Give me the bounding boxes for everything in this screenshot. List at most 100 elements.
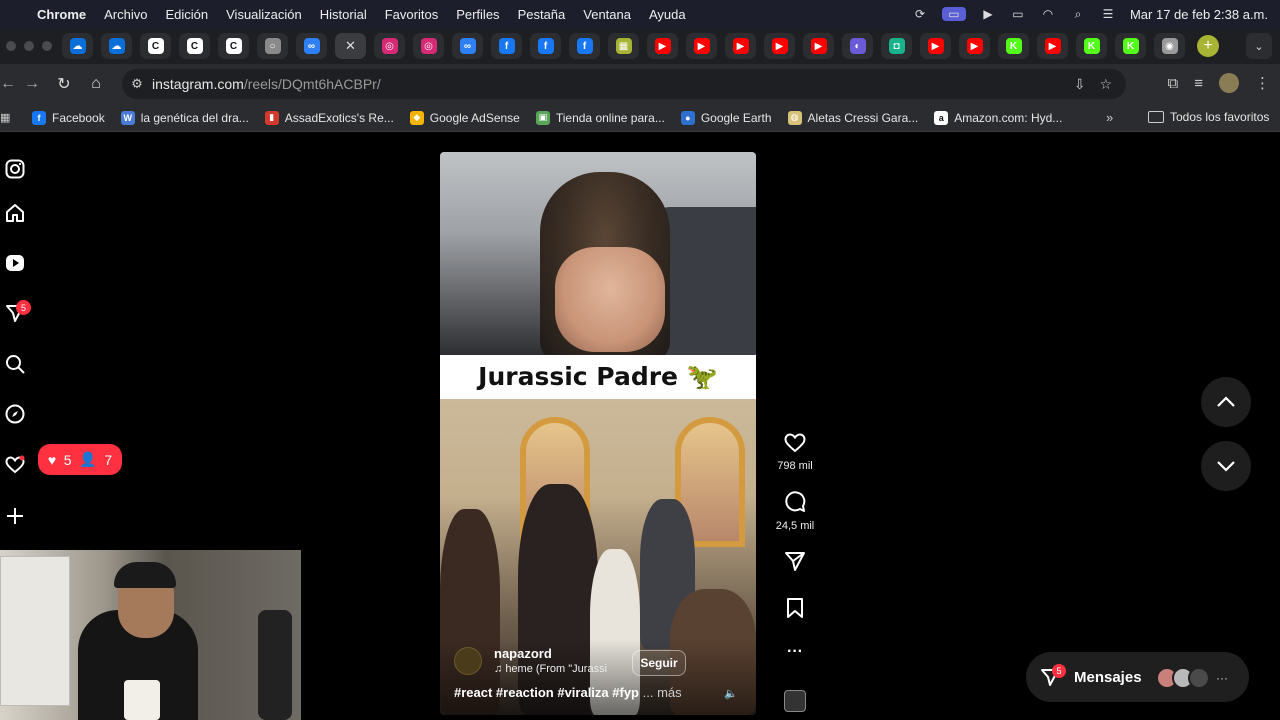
browser-tab[interactable]: ◎ xyxy=(413,33,444,59)
tab-search-icon[interactable]: ⌄ xyxy=(1246,33,1272,59)
bookmark-item[interactable]: f Facebook xyxy=(32,110,105,125)
like-heart-icon[interactable] xyxy=(784,433,806,453)
address-bar[interactable]: ⚙ instagram.com/reels/DQmt6hACBPr/ ⇩ ☆ xyxy=(122,69,1126,99)
more-options-icon[interactable]: ··· xyxy=(770,643,820,661)
reel-video[interactable]: Jurassic Padre 🦖 napazord ♫ heme (From "… xyxy=(440,152,756,715)
reel-author[interactable]: napazord ♫ heme (From "Jurassi xyxy=(454,646,607,675)
wifi-icon[interactable]: ◠ xyxy=(1040,7,1056,21)
browser-tab[interactable]: ▶ xyxy=(725,33,756,59)
messages-avatars[interactable]: ··· xyxy=(1156,667,1228,689)
browser-tab[interactable]: ▶ xyxy=(647,33,678,59)
browser-tab[interactable]: ▦ xyxy=(608,33,639,59)
menu-pestana[interactable]: Pestaña xyxy=(509,7,575,22)
browser-tab[interactable]: f xyxy=(569,33,600,59)
browser-tab[interactable]: ∞ xyxy=(452,33,483,59)
control-center-icon[interactable]: ☰ xyxy=(1100,7,1116,21)
forward-arrow-icon[interactable]: → xyxy=(16,75,48,93)
share-action[interactable] xyxy=(770,550,820,577)
window-close-icon[interactable] xyxy=(6,41,16,51)
home-nav-icon[interactable] xyxy=(4,202,26,224)
browser-tab[interactable]: ○ xyxy=(257,33,288,59)
browser-tab[interactable]: ∞ xyxy=(296,33,327,59)
save-action[interactable] xyxy=(770,597,820,624)
instagram-logo-icon[interactable] xyxy=(4,158,26,180)
browser-tab[interactable]: K xyxy=(1076,33,1107,59)
author-name[interactable]: napazord xyxy=(494,646,607,661)
bookmark-item[interactable]: a Amazon.com: Hyd... xyxy=(934,110,1062,125)
bookmarks-overflow-icon[interactable]: » xyxy=(1106,110,1113,125)
menu-edicion[interactable]: Edición xyxy=(156,7,217,22)
author-avatar[interactable] xyxy=(454,646,482,675)
volume-icon[interactable]: 🔈 xyxy=(724,687,738,700)
browser-tab[interactable]: ▶ xyxy=(764,33,795,59)
more-link[interactable]: ... más xyxy=(643,685,682,700)
browser-tab[interactable]: ◉ xyxy=(1154,33,1185,59)
extensions-icon[interactable]: ⧉ xyxy=(1168,75,1179,92)
search-icon[interactable] xyxy=(4,353,26,375)
battery-icon[interactable]: ▭ xyxy=(1010,7,1026,21)
sync-icon[interactable]: ⟳ xyxy=(912,7,928,21)
menu-visualizacion[interactable]: Visualización xyxy=(217,7,311,22)
more-conversations-icon[interactable]: ··· xyxy=(1216,667,1228,689)
back-arrow-icon[interactable]: ← xyxy=(0,75,16,93)
browser-tab[interactable]: ▶ xyxy=(920,33,951,59)
browser-tab[interactable]: K xyxy=(998,33,1029,59)
browser-tab[interactable]: ▶ xyxy=(803,33,834,59)
browser-tab[interactable]: ▶ xyxy=(1037,33,1068,59)
home-icon[interactable]: ⌂ xyxy=(80,75,112,93)
bookmark-item[interactable]: Wla genética del dra... xyxy=(120,110,249,125)
profile-avatar[interactable] xyxy=(1219,73,1239,93)
bookmark-item[interactable]: ● Google Earth xyxy=(680,110,772,125)
comment-bubble-icon[interactable] xyxy=(784,491,806,513)
browser-tab[interactable]: f xyxy=(491,33,522,59)
follow-button[interactable]: Seguir xyxy=(632,650,686,676)
browser-tab[interactable]: ◐ xyxy=(842,33,873,59)
original-audio-thumbnail[interactable] xyxy=(784,690,806,712)
bookmark-item[interactable]: ◍ Aletas Cressi Gara... xyxy=(787,110,918,125)
window-minimize-icon[interactable] xyxy=(24,41,34,51)
browser-tab[interactable]: ☁ xyxy=(101,33,132,59)
menu-app-name[interactable]: Chrome xyxy=(28,7,95,22)
browser-tab[interactable]: f xyxy=(530,33,561,59)
chrome-menu-icon[interactable]: ⋮ xyxy=(1255,74,1270,92)
previous-reel-button[interactable] xyxy=(1201,377,1251,427)
bookmark-item[interactable]: ▣ Tienda online para... xyxy=(535,110,665,125)
notifications-pill[interactable]: ♥ 5 👤 7 xyxy=(38,444,122,475)
like-action[interactable]: 798 mil xyxy=(770,433,820,472)
browser-tab[interactable]: ▶ xyxy=(959,33,990,59)
bookmark-item[interactable]: ▮ AssadExotics's Re... xyxy=(264,110,394,125)
screen-mirror-icon[interactable]: ▭ xyxy=(941,7,966,21)
explore-compass-icon[interactable] xyxy=(4,403,26,425)
all-bookmarks-folder[interactable]: Todos los favoritos xyxy=(1148,110,1269,124)
browser-tab[interactable]: ✕ xyxy=(335,33,366,59)
browser-tab[interactable]: K xyxy=(1115,33,1146,59)
browser-tab[interactable]: C xyxy=(179,33,210,59)
reload-icon[interactable]: ↻ xyxy=(48,74,80,94)
browser-tab[interactable]: ◎ xyxy=(374,33,405,59)
comment-action[interactable]: 24,5 mil xyxy=(770,491,820,532)
play-icon[interactable]: ▶ xyxy=(980,7,996,21)
browser-tab[interactable]: ☁ xyxy=(62,33,93,59)
create-plus-icon[interactable] xyxy=(4,505,26,527)
window-zoom-icon[interactable] xyxy=(42,41,52,51)
site-info-icon[interactable]: ⚙ xyxy=(122,76,152,92)
notifications-heart-icon[interactable] xyxy=(4,454,26,476)
bookmark-icon[interactable] xyxy=(786,597,804,619)
browser-tab[interactable]: C xyxy=(218,33,249,59)
browser-tab[interactable]: ▶ xyxy=(686,33,717,59)
bookmark-item[interactable]: ◆ Google AdSense xyxy=(409,110,520,125)
menu-favoritos[interactable]: Favoritos xyxy=(376,7,447,22)
apps-grid-icon[interactable]: ▦ xyxy=(0,111,14,124)
media-controls-icon[interactable]: ≡ xyxy=(1194,75,1203,92)
menu-clock[interactable]: Mar 17 de feb 2:38 a.m. xyxy=(1130,7,1268,22)
install-app-icon[interactable]: ⇩ xyxy=(1074,76,1086,93)
browser-tab[interactable]: ◘ xyxy=(881,33,912,59)
menu-ayuda[interactable]: Ayuda xyxy=(640,7,695,22)
new-tab-icon[interactable]: + xyxy=(1197,35,1219,57)
next-reel-button[interactable] xyxy=(1201,441,1251,491)
audio-track[interactable]: heme (From "Jurassi xyxy=(505,663,607,675)
hashtag-text[interactable]: #react #reaction #viraliza #fyp xyxy=(454,685,639,700)
avatar[interactable] xyxy=(1188,667,1210,689)
bookmark-star-icon[interactable]: ☆ xyxy=(1099,76,1112,93)
share-send-icon[interactable] xyxy=(784,550,806,572)
